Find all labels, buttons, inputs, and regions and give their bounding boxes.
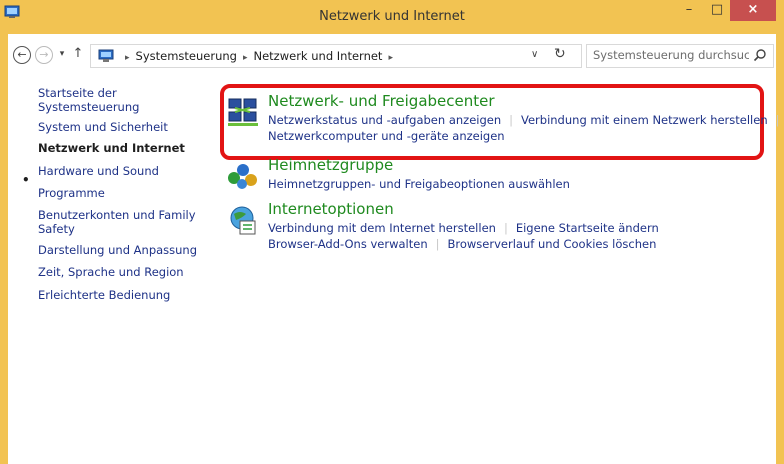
minimize-button[interactable]: – xyxy=(676,0,702,21)
address-bar[interactable]: ▸ Systemsteuerung ▸ Netzwerk und Internet ▸ … xyxy=(90,44,582,68)
homegroup-links: Heimnetzgruppen- und Freigabeoptionen au… xyxy=(268,176,570,192)
network-sharing-center-icon[interactable] xyxy=(226,96,260,128)
link-separator: | xyxy=(509,113,513,127)
back-button[interactable]: ← xyxy=(13,46,31,64)
link-separator: | xyxy=(503,221,508,235)
sidebar-item-erleichterte-bedienung[interactable]: Erleichterte Bedienung xyxy=(38,288,208,302)
sidebar-item-netzwerk-und-internet: Netzwerk und Internet xyxy=(38,141,185,155)
breadcrumb-netzwerk-und-internet[interactable]: Netzwerk und Internet xyxy=(254,49,383,63)
breadcrumb: ▸ Systemsteuerung ▸ Netzwerk und Internet ▸ xyxy=(119,49,399,63)
breadcrumb-systemsteuerung[interactable]: Systemsteuerung xyxy=(136,49,237,63)
sidebar-item-system-und-sicherheit[interactable]: System und Sicherheit xyxy=(38,120,208,134)
link-separator: | xyxy=(435,237,440,251)
sidebar-item-startseite[interactable]: Startseite der Systemsteuerung xyxy=(38,86,208,114)
link-verbindung-netzwerk[interactable]: Verbindung mit einem Netzwerk herstellen xyxy=(521,113,768,127)
refresh-button[interactable]: ↻ xyxy=(554,46,566,62)
breadcrumb-separator-icon: ▸ xyxy=(125,53,130,63)
homegroup-title[interactable]: Heimnetzgruppe xyxy=(268,156,393,174)
maximize-button[interactable]: □ xyxy=(704,0,730,21)
link-netzwerkcomputer[interactable]: Netzwerkcomputer und -geräte anzeigen xyxy=(268,129,505,143)
navigation-bar: ← → ▾ ↑ ▸ Systemsteuerung ▸ Netzwerk und In… xyxy=(8,34,776,76)
forward-button[interactable]: → xyxy=(35,46,53,64)
title-bar[interactable]: Netzwerk und Internet – □ × xyxy=(0,0,784,34)
recent-locations-button[interactable]: ▾ xyxy=(56,49,68,59)
breadcrumb-separator-icon[interactable]: ▸ xyxy=(388,53,393,63)
sidebar-item-hardware-und-sound[interactable]: Hardware und Sound xyxy=(38,164,208,178)
sidebar-item-darstellung[interactable]: Darstellung und Anpassung xyxy=(38,243,208,257)
window-title: Netzwerk und Internet xyxy=(319,9,465,24)
internet-options-title[interactable]: Internetoptionen xyxy=(268,200,394,218)
link-addons-verwalten[interactable]: Browser-Add-Ons verwalten xyxy=(268,237,428,251)
search-box[interactable] xyxy=(586,44,774,68)
search-input[interactable] xyxy=(593,48,749,62)
network-sharing-center-title[interactable]: Netzwerk- und Freigabecenter xyxy=(268,92,495,110)
homegroup-icon[interactable] xyxy=(226,160,260,192)
link-heimnetzgruppen-optionen[interactable]: Heimnetzgruppen- und Freigabeoptionen au… xyxy=(268,177,570,191)
control-panel-icon xyxy=(98,49,114,62)
internet-options-links: Verbindung mit dem Internet herstellen | E… xyxy=(268,220,659,252)
sidebar-item-zeit-sprache-region[interactable]: Zeit, Sprache und Region xyxy=(38,265,208,279)
breadcrumb-separator-icon[interactable]: ▸ xyxy=(243,53,248,63)
sidebar-item-programme[interactable]: Programme xyxy=(38,186,208,200)
link-startseite-aendern[interactable]: Eigene Startseite ändern xyxy=(516,221,659,235)
internet-options-icon[interactable] xyxy=(226,204,260,236)
link-netzwerkstatus[interactable]: Netzwerkstatus und -aufgaben anzeigen xyxy=(268,113,501,127)
window-content: ← → ▾ ↑ ▸ Systemsteuerung ▸ Netzwerk und In… xyxy=(8,34,780,464)
address-dropdown-icon[interactable]: ∨ xyxy=(531,49,538,60)
up-button[interactable]: ↑ xyxy=(71,46,85,61)
link-separator: | xyxy=(775,113,780,127)
close-button[interactable]: × xyxy=(730,0,776,21)
current-item-bullet: • xyxy=(22,173,30,187)
link-browserverlauf-loeschen[interactable]: Browserverlauf und Cookies löschen xyxy=(448,237,657,251)
sidebar-item-benutzerkonten[interactable]: Benutzerkonten und Family Safety xyxy=(38,208,198,236)
search-icon[interactable] xyxy=(753,48,767,62)
control-panel-window: Netzwerk und Internet – □ × ← → ▾ ↑ ▸ Sys… xyxy=(0,0,784,464)
network-sharing-center-links: Netzwerkstatus und -aufgaben anzeigen | Ve… xyxy=(268,112,784,144)
link-verbindung-internet[interactable]: Verbindung mit dem Internet herstellen xyxy=(268,221,496,235)
